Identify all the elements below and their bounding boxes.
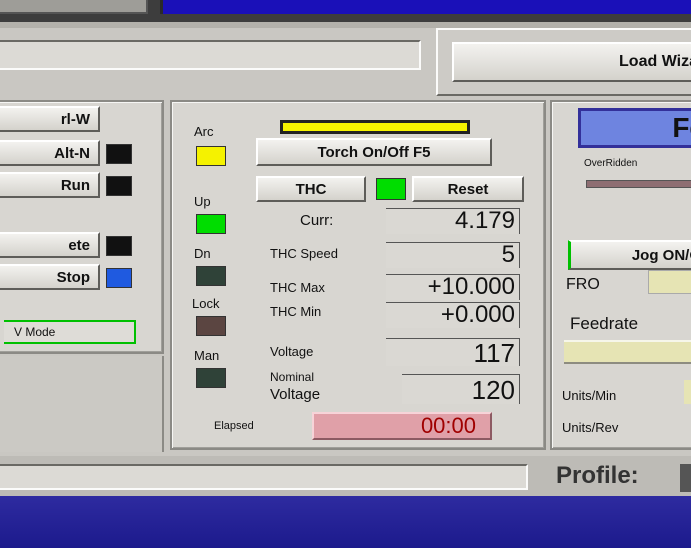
voltage-label: Voltage [270,344,314,359]
stop-led [106,268,132,288]
run-led [106,176,132,196]
button-label: Stop [56,268,90,286]
top-tab-left [0,0,148,14]
thc-speed-label: THC Speed [270,246,338,261]
button-label: rl-W [60,110,90,128]
up-label: Up [194,194,211,209]
load-wizard-label: Load Wiza [619,53,691,70]
thc-speed-dro[interactable]: 5 [386,242,520,268]
thc-button-label: THC [295,180,327,198]
rewind-led [106,144,132,164]
reset-button-label: Reset [447,180,489,198]
overridden-led [586,180,691,188]
curr-label: Curr: [300,212,334,229]
status-message-field [0,464,528,490]
feedrate-label: Feedrate [570,314,639,333]
nominal-label: Nominal [270,370,315,384]
thc-max-dro[interactable]: +10.000 [386,274,520,300]
delete-led [106,236,132,256]
lock-label: Lock [192,296,220,311]
fro-label: FRO [566,276,600,293]
units-min-dro [684,380,691,404]
profile-field [680,464,691,492]
thc-panel: Arc Up Dn Lock Man Torch On/Off F5 THC R… [170,100,546,450]
gcode-filename-field [0,40,421,70]
top-blue-strip [160,0,691,14]
thc-min-label: THC Min [270,304,322,319]
left-lower-area [0,356,164,452]
stop-button[interactable]: Stop [0,264,100,290]
lock-led [196,316,226,336]
load-wizard-area: Load Wiza [436,28,691,96]
v-mode-indicator: V Mode [4,320,136,344]
jog-on-off-button[interactable]: Jog ON/Of [568,240,691,270]
load-wizard-button[interactable]: Load Wiza [452,42,691,82]
overridden-label: OverRidden [584,158,638,169]
up-led [196,214,226,234]
arc-label: Arc [194,124,214,139]
status-bar: Profile: [0,456,691,496]
torch-on-off-button[interactable]: Torch On/Off F5 [256,138,492,166]
units-min-label: Units/Min [562,388,617,403]
rewind-button[interactable]: Alt-N [0,140,100,166]
arc-voltage-bar [280,120,470,134]
thc-min-dro[interactable]: +0.000 [386,302,520,328]
button-label: ete [68,236,90,254]
profile-label: Profile: [556,462,639,489]
dn-label: Dn [194,246,211,261]
program-run-panel: rl-W Alt-N Run ete Stop V Mode [0,100,164,354]
bottom-banner [0,496,691,548]
reset-button[interactable]: Reset [412,176,524,202]
thc-led [376,178,406,200]
button-label: Run [60,176,90,194]
nominal-voltage-dro[interactable]: 120 [402,374,520,405]
jog-button-label: Jog ON/Of [631,246,691,264]
nominal-voltage-label: Voltage [270,386,321,403]
torch-button-label: Torch On/Off F5 [317,143,431,161]
button-label: Alt-N [54,144,90,162]
elapsed-label: Elapsed [214,420,254,432]
fro-dro[interactable] [648,270,691,294]
voltage-dro: 117 [386,338,520,367]
cycle-shortcut-button-1[interactable]: rl-W [0,106,100,132]
feedrate-panel: Fe OverRidden Jog ON/Of FRO Feedrate Uni… [550,100,691,450]
dn-led [196,266,226,286]
curr-dro: 4.179 [386,208,520,234]
man-led [196,368,226,388]
thc-button[interactable]: THC [256,176,366,202]
run-button[interactable]: Run [0,172,100,198]
v-mode-label: V Mode [14,325,56,339]
delete-button[interactable]: ete [0,232,100,258]
man-label: Man [194,348,220,363]
thc-max-label: THC Max [270,280,325,295]
elapsed-timer: 00:00 [312,412,492,440]
arc-led [196,146,226,166]
feedrate-title: Fe [578,108,691,148]
feedrate-dro [564,340,691,364]
units-rev-label: Units/Rev [562,420,619,435]
